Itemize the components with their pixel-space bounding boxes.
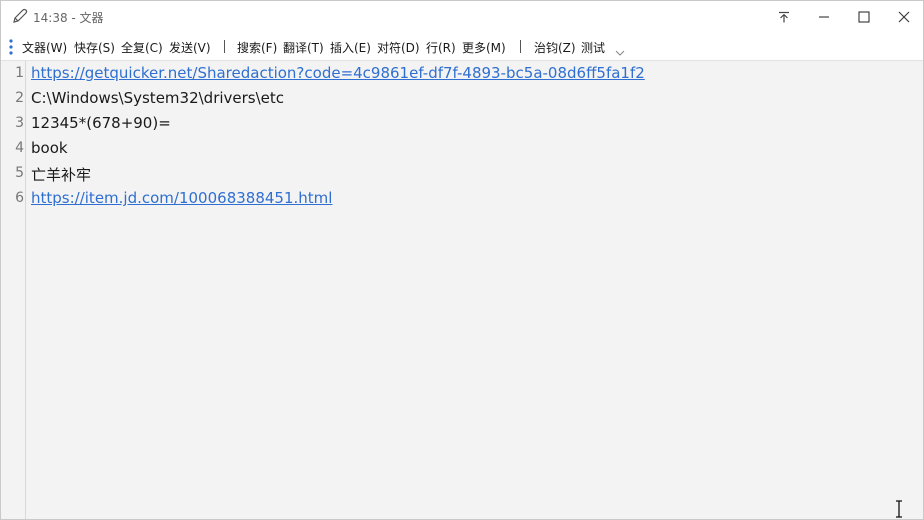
text-editor[interactable]: 1 2 3 4 5 6 https://getquicker.net/Share… xyxy=(1,61,923,519)
app-window: 14:38 - 文器 文器(W) 快存(S) 全复(C) 发送(V) 搜索(F)… xyxy=(0,0,924,520)
i-beam-cursor-icon xyxy=(894,500,904,518)
editor-line: 亡羊补牢 xyxy=(31,166,92,184)
menu-item-lines[interactable]: 行(R) xyxy=(426,39,456,56)
minimize-button[interactable] xyxy=(804,1,844,32)
line-number: 3 xyxy=(15,115,24,131)
menu-item-send[interactable]: 发送(V) xyxy=(169,39,211,56)
menu-item-quicksave[interactable]: 快存(S) xyxy=(74,39,115,56)
menu-item-test[interactable]: 测试 xyxy=(581,39,605,56)
menu-separator xyxy=(520,40,521,53)
title-bar[interactable]: 14:38 - 文器 xyxy=(1,1,923,32)
menu-item-translate[interactable]: 翻译(T) xyxy=(283,39,324,56)
menu-item-zhijun[interactable]: 治钧(Z) xyxy=(534,39,576,56)
pin-button[interactable] xyxy=(764,1,804,32)
menu-item-copyall[interactable]: 全复(C) xyxy=(121,39,163,56)
editor-line: C:\Windows\System32\drivers\etc xyxy=(31,89,285,107)
line-number: 1 xyxy=(15,65,24,81)
maximize-button[interactable] xyxy=(844,1,884,32)
grip-icon[interactable] xyxy=(9,39,13,55)
chevron-down-icon[interactable] xyxy=(615,42,625,61)
line-number: 2 xyxy=(15,90,24,106)
line-number: 4 xyxy=(15,140,24,156)
editor-line: 12345*(678+90)= xyxy=(31,114,171,132)
close-button[interactable] xyxy=(884,1,924,32)
pen-icon xyxy=(11,7,29,25)
maximize-icon xyxy=(858,10,870,23)
editor-line-link[interactable]: https://getquicker.net/Sharedaction?code… xyxy=(31,64,645,82)
close-icon xyxy=(898,11,910,23)
menu-item-insert[interactable]: 插入(E) xyxy=(330,39,371,56)
menu-item-symbols[interactable]: 对符(D) xyxy=(377,39,420,56)
line-number: 5 xyxy=(15,165,24,181)
menu-bar: 文器(W) 快存(S) 全复(C) 发送(V) 搜索(F) 翻译(T) 插入(E… xyxy=(1,32,923,61)
line-number: 6 xyxy=(15,190,24,206)
pin-icon xyxy=(777,10,791,24)
minimize-icon xyxy=(818,11,830,23)
menu-item-wenqi[interactable]: 文器(W) xyxy=(22,39,67,56)
menu-item-search[interactable]: 搜索(F) xyxy=(237,39,277,56)
editor-line-link[interactable]: https://item.jd.com/100068388451.html xyxy=(31,189,332,207)
window-title: 14:38 - 文器 xyxy=(33,11,104,25)
line-number-gutter: 1 2 3 4 5 6 xyxy=(1,61,26,519)
menu-separator xyxy=(224,40,225,53)
menu-item-more[interactable]: 更多(M) xyxy=(462,39,506,56)
editor-line: book xyxy=(31,139,68,157)
